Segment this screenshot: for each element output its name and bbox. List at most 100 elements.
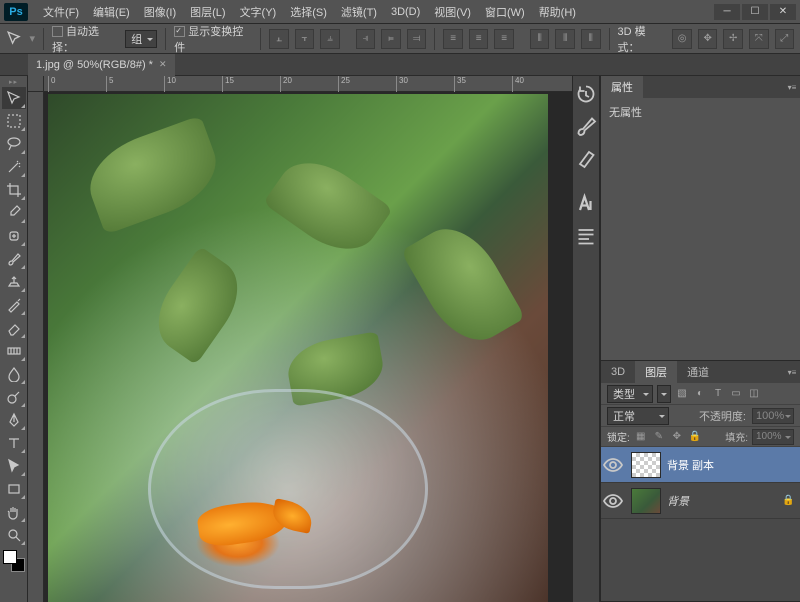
align-vcenter-icon[interactable]: ⫟ — [295, 29, 315, 49]
align-hcenter-icon[interactable]: ⫢ — [381, 29, 401, 49]
filter-dropdown-icon[interactable] — [657, 385, 671, 403]
visibility-toggle[interactable] — [601, 489, 625, 513]
3d-pan-icon[interactable]: ✢ — [723, 29, 743, 49]
brush-presets-icon[interactable] — [574, 146, 598, 170]
3d-tab[interactable]: 3D — [601, 361, 635, 383]
path-selection-tool[interactable] — [2, 455, 26, 477]
dodge-tool[interactable] — [2, 386, 26, 408]
eraser-tool[interactable] — [2, 317, 26, 339]
layers-panel: 3D 图层 通道 ▾≡ 类型 ▧ ◐ T ▭ ◫ 正常 不透明度: 100% — [601, 361, 800, 602]
align-right-icon[interactable]: ⫤ — [407, 29, 427, 49]
filter-shape-icon[interactable]: ▭ — [729, 387, 743, 401]
fill-input[interactable]: 100% — [752, 429, 794, 445]
window-maximize[interactable]: ☐ — [742, 4, 768, 20]
menu-edit[interactable]: 编辑(E) — [86, 1, 137, 23]
filter-pixel-icon[interactable]: ▧ — [675, 387, 689, 401]
collapsed-panel-strip — [572, 76, 600, 602]
foreground-color-swatch[interactable] — [3, 550, 17, 564]
filter-smart-icon[interactable]: ◫ — [747, 387, 761, 401]
marquee-tool[interactable] — [2, 110, 26, 132]
window-minimize[interactable]: ─ — [714, 4, 740, 20]
move-tool-icon[interactable] — [6, 30, 24, 48]
paragraph-panel-icon[interactable] — [574, 224, 598, 248]
align-top-icon[interactable]: ⫠ — [269, 29, 289, 49]
auto-select-checkbox[interactable]: 自动选择： — [52, 23, 119, 55]
menu-filter[interactable]: 滤镜(T) — [334, 1, 384, 23]
filter-adjustment-icon[interactable]: ◐ — [693, 387, 707, 401]
channels-tab[interactable]: 通道 — [677, 361, 719, 383]
distribute-top-icon[interactable]: ≡ — [443, 29, 463, 49]
properties-panel-menu[interactable]: ▾≡ — [784, 76, 800, 98]
menu-file[interactable]: 文件(F) — [36, 1, 86, 23]
distribute-left-icon[interactable]: ⦀ — [530, 29, 550, 49]
blur-tool[interactable] — [2, 363, 26, 385]
layer-thumbnail[interactable] — [631, 488, 661, 514]
mode3d-label: 3D 模式： — [617, 23, 666, 55]
3d-orbit-icon[interactable]: ◎ — [672, 29, 692, 49]
pen-tool[interactable] — [2, 409, 26, 431]
hand-tool[interactable] — [2, 501, 26, 523]
zoom-tool[interactable] — [2, 524, 26, 546]
character-panel-icon[interactable] — [574, 192, 598, 216]
layer-item[interactable]: 背景 🔒 — [601, 483, 800, 519]
auto-select-dropdown[interactable]: 组 — [125, 30, 157, 48]
menu-3d[interactable]: 3D(D) — [384, 3, 427, 21]
menu-type[interactable]: 文字(Y) — [233, 1, 284, 23]
layer-item[interactable]: 背景 副本 — [601, 447, 800, 483]
distribute-hcenter-icon[interactable]: ⦀ — [555, 29, 575, 49]
lock-position-icon[interactable]: ✥ — [670, 430, 684, 444]
window-close[interactable]: ✕ — [770, 4, 796, 20]
3d-rotate-icon[interactable]: ✥ — [698, 29, 718, 49]
rectangle-tool[interactable] — [2, 478, 26, 500]
menu-window[interactable]: 窗口(W) — [478, 1, 532, 23]
eyedropper-tool[interactable] — [2, 202, 26, 224]
blend-mode-dropdown[interactable]: 正常 — [607, 407, 669, 425]
canvas[interactable] — [48, 94, 548, 602]
toolbox-handle[interactable]: ▸▸ — [0, 78, 27, 86]
ruler-vertical[interactable] — [28, 92, 44, 602]
layers-panel-menu[interactable]: ▾≡ — [784, 361, 800, 383]
brush-tool[interactable] — [2, 248, 26, 270]
distribute-bottom-icon[interactable]: ≡ — [494, 29, 514, 49]
menu-help[interactable]: 帮助(H) — [532, 1, 583, 23]
ruler-origin[interactable] — [28, 76, 44, 92]
crop-tool[interactable] — [2, 179, 26, 201]
layer-name[interactable]: 背景 副本 — [667, 457, 800, 473]
ruler-horizontal[interactable]: 0 5 10 15 20 25 30 35 40 — [44, 76, 572, 92]
lock-transparency-icon[interactable]: ▦ — [634, 430, 648, 444]
distribute-right-icon[interactable]: ⦀ — [581, 29, 601, 49]
menu-image[interactable]: 图像(I) — [137, 1, 183, 23]
properties-tab[interactable]: 属性 — [601, 76, 643, 98]
close-tab-icon[interactable]: ✕ — [159, 59, 167, 70]
align-left-icon[interactable]: ⫣ — [356, 29, 376, 49]
3d-scale-icon[interactable]: ⤢ — [775, 29, 795, 49]
brush-panel-icon[interactable] — [574, 114, 598, 138]
layer-filter-dropdown[interactable]: 类型 — [607, 385, 653, 403]
document-tab[interactable]: 1.jpg @ 50%(RGB/8#) * ✕ — [28, 54, 175, 76]
layer-name[interactable]: 背景 — [667, 493, 782, 509]
clone-stamp-tool[interactable] — [2, 271, 26, 293]
lasso-tool[interactable] — [2, 133, 26, 155]
menu-view[interactable]: 视图(V) — [427, 1, 478, 23]
show-transform-checkbox[interactable]: 显示变换控件 — [174, 23, 252, 55]
menu-select[interactable]: 选择(S) — [283, 1, 334, 23]
menu-layer[interactable]: 图层(L) — [183, 1, 232, 23]
history-brush-tool[interactable] — [2, 294, 26, 316]
lock-pixels-icon[interactable]: ✎ — [652, 430, 666, 444]
magic-wand-tool[interactable] — [2, 156, 26, 178]
gradient-tool[interactable] — [2, 340, 26, 362]
3d-slide-icon[interactable]: ⤧ — [749, 29, 769, 49]
distribute-vcenter-icon[interactable]: ≡ — [469, 29, 489, 49]
layers-tab[interactable]: 图层 — [635, 361, 677, 383]
lock-all-icon[interactable]: 🔒 — [688, 430, 702, 444]
filter-type-icon[interactable]: T — [711, 387, 725, 401]
healing-brush-tool[interactable] — [2, 225, 26, 247]
type-tool[interactable] — [2, 432, 26, 454]
visibility-toggle[interactable] — [601, 453, 625, 477]
move-tool[interactable] — [2, 87, 26, 109]
opacity-input[interactable]: 100% — [752, 408, 794, 424]
history-panel-icon[interactable] — [574, 82, 598, 106]
color-swatches[interactable] — [3, 550, 25, 572]
align-bottom-icon[interactable]: ⫨ — [320, 29, 340, 49]
layer-thumbnail[interactable] — [631, 452, 661, 478]
